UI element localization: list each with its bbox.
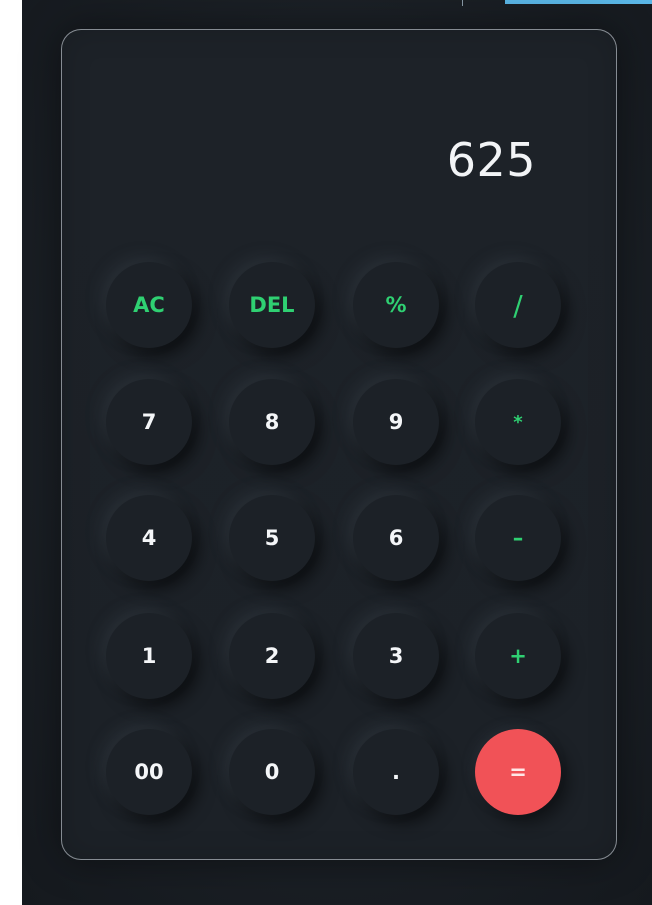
keypad: AC DEL % / 7 8 9 * 4 5 6 – 1 2 3 + 00 0 … <box>62 30 618 861</box>
delete-button[interactable]: DEL <box>229 262 315 348</box>
decimal-point-button[interactable]: . <box>353 729 439 815</box>
digit-3-button[interactable]: 3 <box>353 613 439 699</box>
plus-button[interactable]: + <box>475 613 561 699</box>
ac-button[interactable]: AC <box>106 262 192 348</box>
window-divider <box>462 0 463 6</box>
digit-4-button[interactable]: 4 <box>106 495 192 581</box>
equals-button[interactable]: = <box>475 729 561 815</box>
percent-button[interactable]: % <box>353 262 439 348</box>
digit-6-button[interactable]: 6 <box>353 495 439 581</box>
digit-0-button[interactable]: 0 <box>229 729 315 815</box>
digit-7-button[interactable]: 7 <box>106 379 192 465</box>
divide-button[interactable]: / <box>475 262 561 348</box>
double-zero-button[interactable]: 00 <box>106 729 192 815</box>
calculator: 62 5 AC DEL % / 7 8 9 * 4 5 6 – 1 2 3 + 0… <box>61 29 617 860</box>
window-accent-bar <box>505 0 652 4</box>
minus-button[interactable]: – <box>475 495 561 581</box>
screenshot-stage: 62 5 AC DEL % / 7 8 9 * 4 5 6 – 1 2 3 + 0… <box>0 0 652 905</box>
digit-1-button[interactable]: 1 <box>106 613 192 699</box>
digit-9-button[interactable]: 9 <box>353 379 439 465</box>
digit-2-button[interactable]: 2 <box>229 613 315 699</box>
digit-5-button[interactable]: 5 <box>229 495 315 581</box>
digit-8-button[interactable]: 8 <box>229 379 315 465</box>
multiply-button[interactable]: * <box>475 379 561 465</box>
